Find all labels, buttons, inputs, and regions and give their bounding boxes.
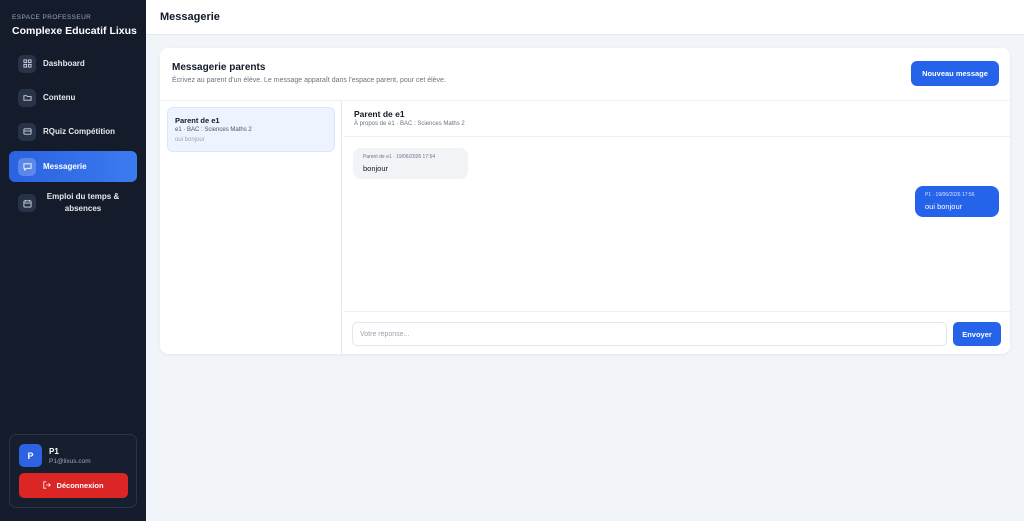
sidebar-item-label: Messagerie	[43, 162, 87, 171]
topbar: Messagerie	[146, 0, 1024, 35]
sidebar-item-label: Contenu	[43, 93, 76, 102]
send-button[interactable]: Envoyer	[953, 322, 1001, 346]
calendar-icon	[18, 194, 36, 212]
user-card: P P1 P1@lixus.com Déconnexion	[9, 434, 137, 508]
conversation-list: Parent de e1 e1 · BAC : Sciences Maths 2…	[160, 100, 342, 354]
sidebar: ESPACE PROFESSEUR Complexe Educatif Lixu…	[0, 0, 146, 521]
logout-button[interactable]: Déconnexion	[19, 473, 128, 498]
quiz-icon	[18, 122, 36, 141]
message-bubble-outgoing: P1 · 19/06/2026 17:56 oui bonjour	[915, 186, 999, 217]
message-meta: P1 · 19/06/2026 17:56	[925, 192, 975, 198]
thread-header: Parent de e1 À propos de e1 · BAC : Scie…	[343, 101, 1010, 137]
conversation-preview: oui bonjour	[175, 137, 205, 143]
sidebar-item-contenu[interactable]: Contenu	[9, 82, 137, 113]
messaging-card: Messagerie parents Écrivez au parent d'u…	[160, 48, 1010, 354]
sidebar-item-messagerie[interactable]: Messagerie	[9, 151, 137, 182]
user-name: P1	[49, 447, 59, 456]
message-thread: Parent de e1 À propos de e1 · BAC : Scie…	[343, 100, 1010, 354]
message-bubble-incoming: Parent de e1 · 19/06/2026 17:54 bonjour	[353, 148, 468, 179]
thread-title: Parent de e1	[354, 109, 405, 119]
logout-label: Déconnexion	[56, 481, 104, 490]
page-title: Messagerie	[160, 11, 220, 23]
message-meta: Parent de e1 · 19/06/2026 17:54	[363, 154, 436, 160]
message-text: bonjour	[363, 164, 389, 173]
grid-icon	[18, 54, 36, 73]
reply-input[interactable]	[352, 322, 947, 346]
thread-subtitle: À propos de e1 · BAC : Sciences Maths 2	[354, 121, 465, 127]
section-title: Messagerie parents	[172, 62, 266, 73]
conversation-item[interactable]: Parent de e1 e1 · BAC : Sciences Maths 2…	[167, 107, 335, 152]
brand-caption: ESPACE PROFESSEUR	[12, 14, 92, 21]
conversation-meta: e1 · BAC : Sciences Maths 2	[175, 127, 252, 133]
brand-name: Complexe Educatif Lixus	[12, 25, 137, 37]
sidebar-item-dashboard[interactable]: Dashboard	[9, 48, 137, 79]
sidebar-item-label: Dashboard	[43, 59, 85, 68]
conversation-name: Parent de e1	[175, 116, 220, 125]
sidebar-item-emploi-du-temps[interactable]: Emploi du temps & absences	[9, 185, 137, 221]
new-message-button[interactable]: Nouveau message	[911, 61, 999, 86]
sidebar-item-rquiz[interactable]: RQuiz Compétition	[9, 116, 137, 147]
message-icon	[18, 157, 36, 176]
sidebar-item-label: Emploi du temps & absences	[46, 192, 120, 213]
sidebar-item-label: RQuiz Compétition	[43, 127, 115, 136]
folder-icon	[18, 88, 36, 107]
reply-composer: Envoyer	[343, 311, 1010, 355]
avatar: P	[19, 444, 42, 467]
user-email: P1@lixus.com	[49, 458, 91, 465]
section-subtitle: Écrivez au parent d'un élève. Le message…	[172, 77, 446, 84]
logout-icon	[43, 480, 56, 491]
message-text: oui bonjour	[925, 202, 963, 211]
